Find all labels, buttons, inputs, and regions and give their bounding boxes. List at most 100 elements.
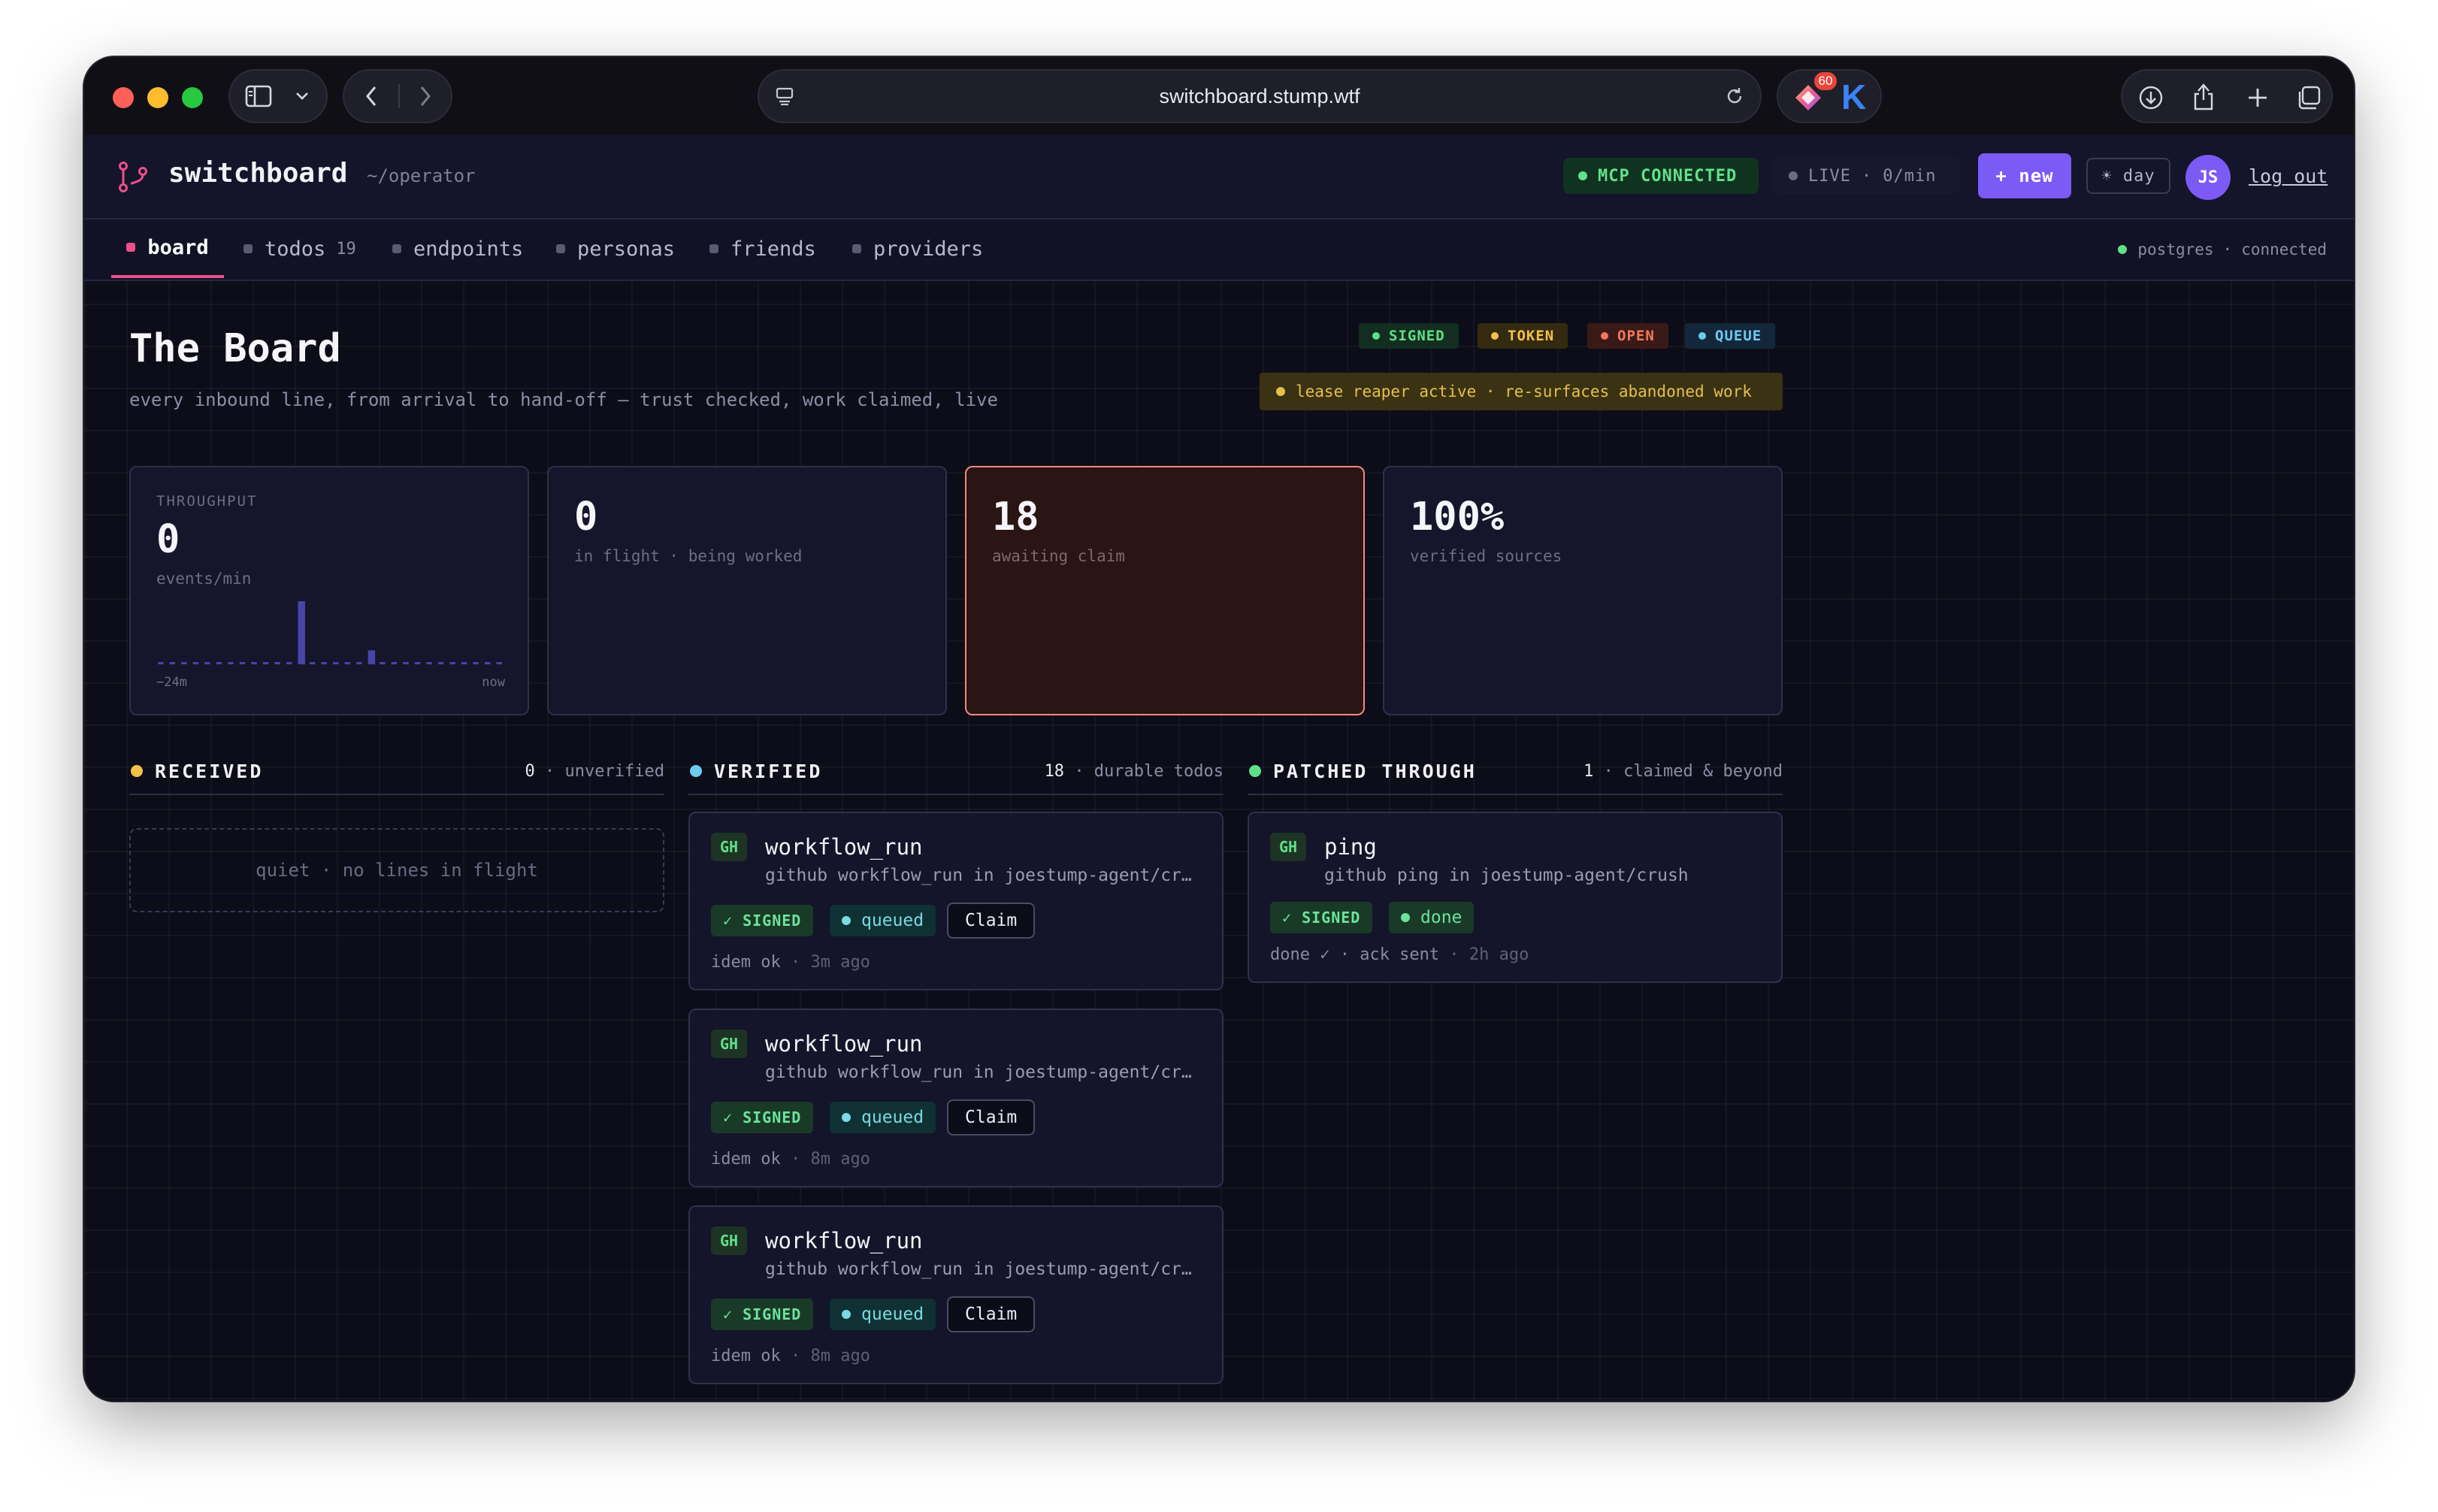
- browser-actions-group: [2121, 69, 2333, 123]
- tab-personas[interactable]: personas: [556, 219, 675, 278]
- todo-card[interactable]: GH workflow_run github workflow_run in j…: [688, 1205, 1224, 1384]
- ack-status: done ✓ · ack sent: [1270, 945, 1440, 964]
- tab-friends[interactable]: friends: [709, 219, 816, 278]
- legend-token: TOKEN: [1478, 323, 1568, 349]
- status-dot: [1578, 171, 1587, 180]
- tab-marker: [126, 243, 136, 252]
- legend-label: SIGNED: [1389, 328, 1445, 344]
- column-title: VERIFIED: [714, 761, 823, 782]
- page-settings-icon[interactable]: [770, 81, 800, 111]
- chevron-down-icon[interactable]: [289, 83, 316, 110]
- event-name: workflow_run: [765, 834, 923, 860]
- in-flight-value: 0: [574, 494, 598, 540]
- zoom-window-button[interactable]: [182, 87, 203, 108]
- column-count: 0 · unverified: [525, 762, 664, 781]
- card-age: · 3m ago: [790, 953, 870, 972]
- sparkline-baseline-tick: [216, 662, 222, 664]
- count-value: 0: [525, 762, 535, 781]
- tab-overview-icon[interactable]: [2292, 81, 2325, 114]
- legend-dot: [1491, 332, 1499, 340]
- column-count: 1 · claimed & beyond: [1583, 762, 1783, 781]
- event-description: github workflow_run in joestump-agent/cr…: [765, 1063, 1201, 1082]
- sparkline-baseline-tick: [403, 662, 409, 664]
- status-dot: [2118, 245, 2128, 254]
- queued-status-badge: queued: [830, 1102, 936, 1133]
- claim-button[interactable]: Claim: [947, 903, 1036, 939]
- app-surface: switchboard ~/operator MCP CONNECTED LIV…: [84, 135, 2354, 1401]
- column-dot: [690, 765, 702, 777]
- history-nav-group: [343, 69, 452, 123]
- count-value: 18: [1044, 762, 1065, 781]
- patched-column-header: PATCHED THROUGH 1 · claimed & beyond: [1248, 750, 1783, 795]
- todo-card[interactable]: GH workflow_run github workflow_run in j…: [688, 1009, 1224, 1187]
- awaiting-value: 18: [992, 494, 1039, 540]
- back-arrow-icon[interactable]: [355, 81, 388, 111]
- k-extension-icon[interactable]: K: [1841, 77, 1866, 117]
- sparkline-baseline-tick: [461, 662, 467, 664]
- sparkline-baseline-tick: [321, 662, 327, 664]
- tab-label: providers: [873, 237, 984, 261]
- tab-providers[interactable]: providers: [852, 219, 983, 278]
- notice-text: lease reaper active · re-surfaces abando…: [1296, 383, 1752, 401]
- address-bar[interactable]: switchboard.stump.wtf: [758, 69, 1762, 123]
- status-label: queued: [861, 911, 924, 930]
- db-state: connected: [2241, 240, 2327, 259]
- browser-toolbar: switchboard.stump.wtf 60 K: [84, 57, 2354, 135]
- sparkline-end-label: now: [482, 675, 505, 690]
- new-button[interactable]: + new: [1978, 153, 2071, 198]
- logout-link[interactable]: log out: [2249, 165, 2328, 187]
- new-tab-icon[interactable]: [2241, 81, 2274, 114]
- column-count: 18 · durable todos: [1045, 762, 1224, 781]
- github-source-badge: GH: [1270, 833, 1306, 861]
- patched-card[interactable]: GH ping github ping in joestump-agent/cr…: [1248, 812, 1783, 983]
- github-source-badge: GH: [711, 1030, 747, 1058]
- page-subtitle: every inbound line, from arrival to hand…: [129, 389, 998, 410]
- sparkline-baseline-tick: [426, 662, 432, 664]
- sparkline-bar: [368, 650, 376, 664]
- sparkline-baseline-tick: [309, 662, 316, 664]
- tab-label: friends: [730, 237, 816, 261]
- verified-value: 100%: [1410, 494, 1505, 540]
- tab-board[interactable]: board: [111, 219, 224, 278]
- event-name: workflow_run: [765, 1228, 923, 1253]
- sparkline-baseline-tick: [192, 662, 199, 664]
- claim-button[interactable]: Claim: [947, 1296, 1036, 1332]
- app-name[interactable]: switchboard: [168, 158, 347, 189]
- db-name: postgres: [2137, 240, 2214, 259]
- sparkline-baseline-tick: [356, 662, 362, 664]
- sparkline-baseline-tick: [484, 662, 491, 664]
- sparkline-baseline-tick: [333, 662, 339, 664]
- theme-toggle-button[interactable]: ☀ day: [2086, 158, 2170, 194]
- event-description: github workflow_run in joestump-agent/cr…: [765, 866, 1201, 885]
- github-source-badge: GH: [711, 1226, 747, 1255]
- event-description: github workflow_run in joestump-agent/cr…: [765, 1259, 1201, 1279]
- db-status: postgres · connected: [2118, 240, 2327, 259]
- extension-count-badge: 60: [1814, 72, 1837, 90]
- column-title: PATCHED THROUGH: [1273, 761, 1477, 782]
- throughput-card: THROUGHPUT 0 events/min −24m now: [129, 466, 529, 715]
- todo-card[interactable]: GH workflow_run github workflow_run in j…: [688, 812, 1224, 990]
- sparkline-baseline-tick: [204, 662, 210, 664]
- forward-arrow-icon[interactable]: [409, 81, 442, 111]
- sidebar-toggle-group[interactable]: [228, 69, 328, 123]
- status-dot: [842, 916, 851, 925]
- tab-todos[interactable]: todos 19: [243, 219, 356, 278]
- tab-bar: board todos 19 endpoints personas friends…: [84, 219, 2354, 281]
- status-dot: [842, 1113, 851, 1122]
- tab-marker: [556, 244, 565, 253]
- lease-reaper-notice: lease reaper active · re-surfaces abando…: [1260, 373, 1783, 410]
- column-dot: [1249, 765, 1261, 777]
- share-icon[interactable]: [2187, 80, 2220, 114]
- avatar[interactable]: JS: [2185, 155, 2231, 200]
- card-age: · 2h ago: [1449, 945, 1529, 964]
- reload-icon[interactable]: [1720, 81, 1750, 111]
- mcp-status-badge: MCP CONNECTED: [1563, 158, 1759, 194]
- close-window-button[interactable]: [113, 87, 134, 108]
- live-rate-badge: LIVE · 0/min: [1772, 158, 1960, 194]
- claim-button[interactable]: Claim: [947, 1099, 1036, 1136]
- minimize-window-button[interactable]: [147, 87, 168, 108]
- tab-marker: [243, 244, 253, 253]
- tab-endpoints[interactable]: endpoints: [392, 219, 523, 278]
- download-icon[interactable]: [2134, 81, 2167, 114]
- legend-label: TOKEN: [1508, 328, 1555, 344]
